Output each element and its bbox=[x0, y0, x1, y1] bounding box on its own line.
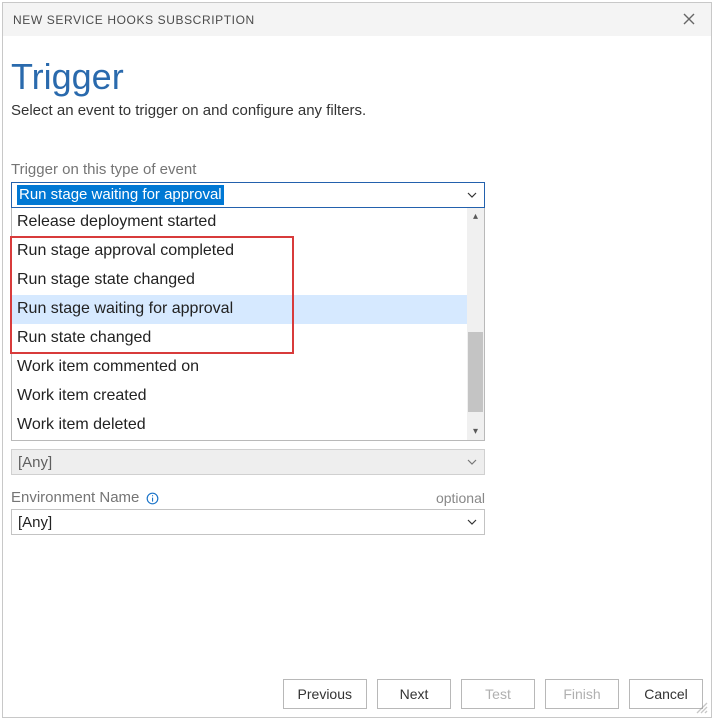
stage-field: [Any] bbox=[11, 449, 707, 475]
scroll-down-arrow-icon[interactable]: ▾ bbox=[467, 423, 484, 440]
environment-name-label: Environment Name bbox=[11, 489, 159, 506]
previous-button[interactable]: Previous bbox=[283, 679, 367, 709]
page-description: Select an event to trigger on and config… bbox=[11, 102, 707, 119]
trigger-type-select-wrap: Run stage waiting for approval Release d… bbox=[11, 182, 485, 441]
titlebar: NEW SERVICE HOOKS SUBSCRIPTION bbox=[3, 3, 711, 36]
environment-select[interactable]: [Any] bbox=[11, 509, 485, 535]
trigger-option[interactable]: Run stage approval completed bbox=[12, 237, 484, 266]
chevron-down-icon bbox=[466, 189, 478, 201]
scroll-up-arrow-icon[interactable]: ▴ bbox=[467, 208, 484, 225]
optional-tag: optional bbox=[436, 490, 485, 506]
trigger-option[interactable]: Work item deleted bbox=[12, 411, 484, 440]
stage-select-value: [Any] bbox=[18, 454, 52, 471]
dropdown-scrollbar[interactable]: ▴ ▾ bbox=[467, 208, 484, 440]
trigger-type-select[interactable]: Run stage waiting for approval bbox=[11, 182, 485, 208]
stage-select[interactable]: [Any] bbox=[11, 449, 485, 475]
finish-button[interactable]: Finish bbox=[545, 679, 619, 709]
trigger-option[interactable]: Run stage state changed bbox=[12, 266, 484, 295]
wizard-button-bar: Previous Next Test Finish Cancel bbox=[283, 679, 703, 709]
dialog-title: NEW SERVICE HOOKS SUBSCRIPTION bbox=[13, 13, 255, 27]
cancel-button[interactable]: Cancel bbox=[629, 679, 703, 709]
next-button[interactable]: Next bbox=[377, 679, 451, 709]
test-button[interactable]: Test bbox=[461, 679, 535, 709]
trigger-type-dropdown[interactable]: Release deployment started Run stage app… bbox=[11, 208, 485, 441]
environment-field: Environment Name optional [Any] bbox=[11, 489, 707, 535]
content-area: Trigger Select an event to trigger on an… bbox=[3, 36, 711, 535]
scrollbar-thumb[interactable] bbox=[468, 332, 483, 412]
trigger-option[interactable]: Release deployment started bbox=[12, 208, 484, 237]
chevron-down-icon bbox=[466, 516, 478, 528]
trigger-type-label: Trigger on this type of event bbox=[11, 161, 707, 178]
trigger-option[interactable]: Work item created bbox=[12, 382, 484, 411]
close-icon[interactable] bbox=[679, 11, 699, 29]
resize-grip-icon[interactable] bbox=[694, 700, 708, 714]
info-icon[interactable] bbox=[146, 492, 159, 505]
chevron-down-icon bbox=[466, 456, 478, 468]
trigger-type-selected-value: Run stage waiting for approval bbox=[17, 185, 224, 205]
environment-select-value: [Any] bbox=[18, 514, 52, 531]
dialog: NEW SERVICE HOOKS SUBSCRIPTION Trigger S… bbox=[2, 2, 712, 718]
page-title: Trigger bbox=[11, 56, 707, 98]
trigger-option[interactable]: Run state changed bbox=[12, 324, 484, 353]
trigger-option[interactable]: Run stage waiting for approval bbox=[12, 295, 484, 324]
trigger-option[interactable]: Work item commented on bbox=[12, 353, 484, 382]
